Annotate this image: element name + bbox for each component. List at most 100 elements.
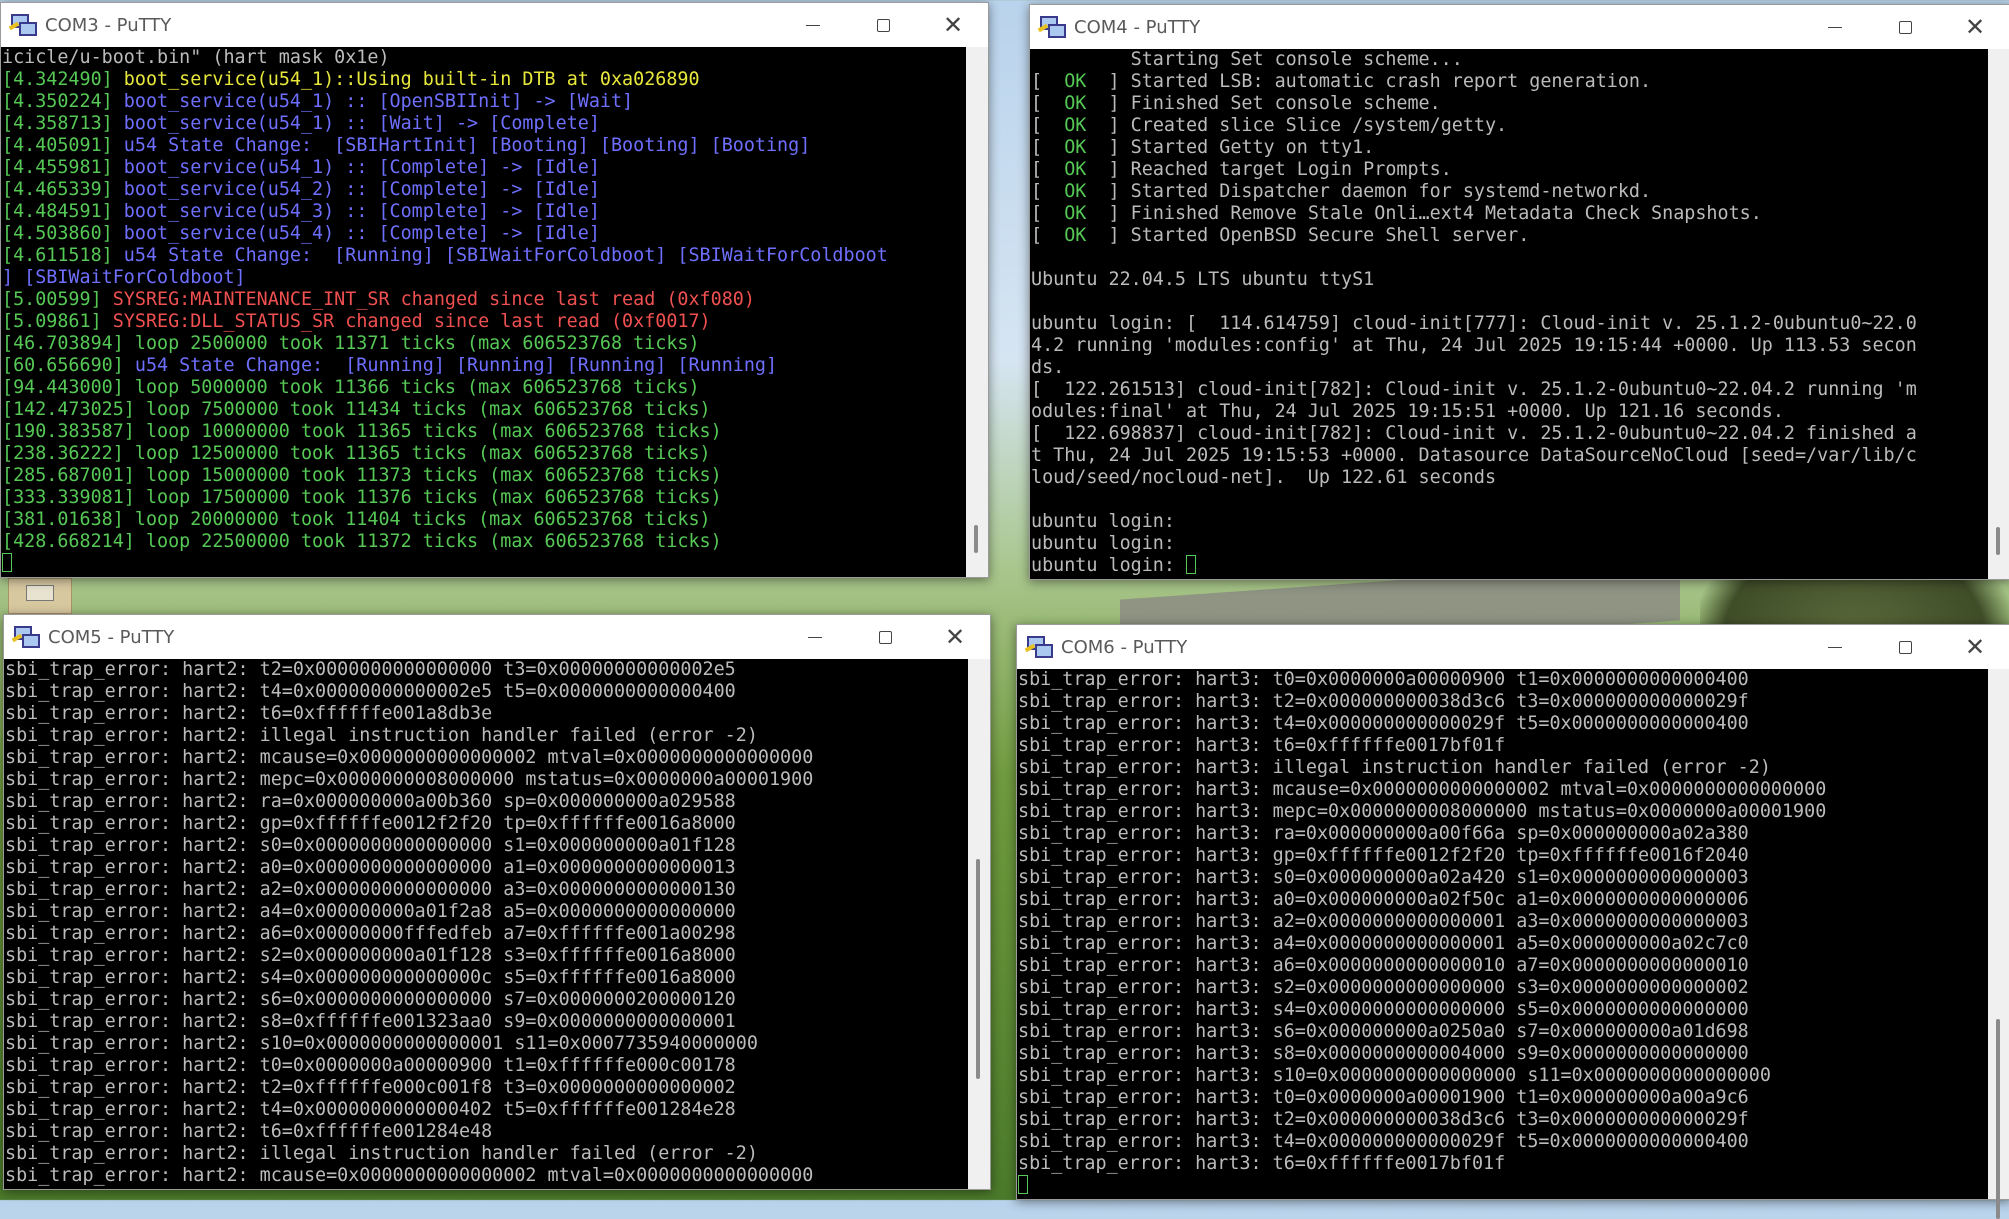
- maximize-button[interactable]: [850, 615, 920, 659]
- terminal-line: sbi_trap_error: hart2: mcause=0x00000000…: [5, 747, 968, 769]
- log-message: loop 7500000 took 11434 ticks (max 60652…: [134, 399, 711, 420]
- scrollbar[interactable]: [1988, 49, 2009, 579]
- terminal-cursor: [1186, 555, 1197, 574]
- terminal-line: sbi_trap_error: hart2: illegal instructi…: [5, 1143, 968, 1165]
- terminal-line: [ OK ] Reached target Login Prompts.: [1031, 159, 1988, 181]
- log-message: t Thu, 24 Jul 2025 19:15:53 +0000. Datas…: [1031, 445, 1917, 466]
- log-message: sbi_trap_error: hart3: s10=0x00000000000…: [1018, 1065, 1771, 1086]
- log-message: sbi_trap_error: hart3: t6=0xffffffe0017b…: [1018, 735, 1506, 756]
- log-message: odules:final' at Thu, 24 Jul 2025 19:15:…: [1031, 401, 1784, 422]
- terminal-output[interactable]: icicle/u-boot.bin" (hart mask 0x1e) [4.34…: [1, 47, 966, 577]
- close-button[interactable]: ✕: [1940, 5, 2009, 49]
- terminal-output[interactable]: Starting Set console scheme...[ OK ] Sta…: [1030, 49, 1988, 579]
- terminal-line: [285.687001] loop 15000000 took 11373 ti…: [2, 465, 966, 487]
- terminal-line: [4.611518] u54 State Change: [Running] […: [2, 245, 966, 267]
- scrollbar[interactable]: [966, 47, 988, 577]
- close-button[interactable]: ✕: [920, 615, 990, 659]
- minimize-button[interactable]: [778, 3, 848, 47]
- window-title: COM6 - PuTTY: [1061, 636, 1188, 658]
- window-titlebar[interactable]: COM3 - PuTTY ✕: [1, 3, 988, 47]
- terminal-line: [333.339081] loop 17500000 took 11376 ti…: [2, 487, 966, 509]
- status-bracket-close: ]: [1086, 93, 1131, 114]
- maximize-button[interactable]: [1870, 5, 1940, 49]
- log-message: loop 12500000 took 11365 ticks (max 6065…: [123, 443, 711, 464]
- log-message: sbi_trap_error: hart3: a2=0x000000000000…: [1018, 911, 1749, 932]
- status-ok-label: OK: [1064, 159, 1087, 180]
- terminal-line: sbi_trap_error: hart3: s2=0x000000000000…: [1018, 977, 1988, 999]
- terminal-line: ubuntu login:: [1031, 533, 1988, 555]
- log-message: sbi_trap_error: hart2: t2=0xffffffe000c0…: [5, 1077, 736, 1098]
- log-timestamp: [381.01638]: [2, 509, 124, 530]
- log-message: u54 State Change: [Running] [Running] [R…: [123, 355, 778, 376]
- terminal-line: [ OK ] Started LSB: automatic crash repo…: [1031, 71, 1988, 93]
- putty-window-com5[interactable]: COM5 - PuTTY ✕ sbi_trap_error: hart2: t2…: [3, 614, 991, 1190]
- scrollbar[interactable]: [1988, 669, 2009, 1219]
- log-timestamp: [4.405091]: [2, 135, 113, 156]
- terminal-line: sbi_trap_error: hart2: t6=0xffffffe00128…: [5, 1121, 968, 1143]
- log-message: sbi_trap_error: hart3: mepc=0x0000000008…: [1018, 801, 1827, 822]
- terminal-line: sbi_trap_error: hart2: t2=0x000000000000…: [5, 659, 968, 681]
- log-message: sbi_trap_error: hart3: mcause=0x00000000…: [1018, 779, 1827, 800]
- terminal-line: sbi_trap_error: hart2: s4=0x000000000000…: [5, 967, 968, 989]
- status-bracket-close: ]: [1086, 181, 1131, 202]
- log-message: sbi_trap_error: hart2: s0=0x000000000000…: [5, 835, 736, 856]
- terminal-output[interactable]: sbi_trap_error: hart2: t2=0x000000000000…: [4, 659, 968, 1189]
- window-titlebar[interactable]: COM6 - PuTTY ✕: [1017, 625, 2009, 669]
- terminal-line: sbi_trap_error: hart3: t0=0x0000000a0000…: [1018, 669, 1988, 691]
- status-bracket-close: ]: [1086, 137, 1131, 158]
- terminal-line: sbi_trap_error: hart2: t6=0xffffffe001a8…: [5, 703, 968, 725]
- log-message: boot_service(u54_1) :: [Wait] -> [Comple…: [112, 113, 600, 134]
- log-message: sbi_trap_error: hart2: mepc=0x0000000008…: [5, 769, 814, 790]
- status-bracket-open: [: [1031, 181, 1065, 202]
- window-titlebar[interactable]: COM4 - PuTTY ✕: [1030, 5, 2009, 49]
- log-message: ubuntu login:: [1031, 555, 1187, 576]
- terminal-line: sbi_trap_error: hart3: t4=0x000000000000…: [1018, 713, 1988, 735]
- close-button[interactable]: ✕: [918, 3, 988, 47]
- desktop-shortcut-icon[interactable]: [8, 578, 72, 614]
- terminal-line: [ OK ] Started Dispatcher daemon for sys…: [1031, 181, 1988, 203]
- terminal-line: [ OK ] Created slice Slice /system/getty…: [1031, 115, 1988, 137]
- window-titlebar[interactable]: COM5 - PuTTY ✕: [4, 615, 990, 659]
- status-bracket-open: [: [1031, 137, 1065, 158]
- minimize-button[interactable]: [1800, 625, 1870, 669]
- terminal-line: sbi_trap_error: hart2: t4=0x000000000000…: [5, 1099, 968, 1121]
- log-message: sbi_trap_error: hart3: a4=0x000000000000…: [1018, 933, 1749, 954]
- terminal-line: sbi_trap_error: hart2: s10=0x00000000000…: [5, 1033, 968, 1055]
- scrollbar-thumb[interactable]: [1996, 527, 2000, 555]
- putty-window-com3[interactable]: COM3 - PuTTY ✕ icicle/u-boot.bin" (hart …: [0, 2, 989, 578]
- log-message: u54 State Change: [Running] [SBIWaitForC…: [112, 245, 888, 266]
- scrollbar-thumb[interactable]: [974, 525, 978, 553]
- status-ok-label: OK: [1064, 93, 1087, 114]
- log-message: sbi_trap_error: hart2: t4=0x000000000000…: [5, 681, 736, 702]
- status-ok-label: OK: [1064, 225, 1087, 246]
- log-message: loop 15000000 took 11373 ticks (max 6065…: [134, 465, 722, 486]
- terminal-line: sbi_trap_error: hart2: t4=0x000000000000…: [5, 681, 968, 703]
- scrollbar-thumb[interactable]: [976, 859, 980, 1079]
- scrollbar-thumb[interactable]: [1996, 1019, 2000, 1219]
- window-title: COM3 - PuTTY: [45, 14, 172, 36]
- log-message: SYSREG:DLL_STATUS_SR changed since last …: [101, 311, 711, 332]
- log-message: 4.2 running 'modules:config' at Thu, 24 …: [1031, 335, 1917, 356]
- putty-window-com4[interactable]: COM4 - PuTTY ✕ Starting Set console sche…: [1029, 4, 2009, 580]
- terminal-cursor: [2, 553, 12, 572]
- log-message: sbi_trap_error: hart3: gp=0xffffffe0012f…: [1018, 845, 1749, 866]
- terminal-line: loud/seed/nocloud-net]. Up 122.61 second…: [1031, 467, 1988, 489]
- terminal-line: sbi_trap_error: hart3: t6=0xffffffe0017b…: [1018, 735, 1988, 757]
- minimize-button[interactable]: [780, 615, 850, 659]
- terminal-output[interactable]: sbi_trap_error: hart3: t0=0x0000000a0000…: [1017, 669, 1988, 1199]
- maximize-button[interactable]: [848, 3, 918, 47]
- log-message: sbi_trap_error: hart2: gp=0xffffffe0012f…: [5, 813, 736, 834]
- putty-window-com6[interactable]: COM6 - PuTTY ✕ sbi_trap_error: hart3: t0…: [1016, 624, 2009, 1219]
- scrollbar[interactable]: [968, 659, 990, 1189]
- putty-icon: [1024, 636, 1053, 658]
- close-button[interactable]: ✕: [1940, 625, 2009, 669]
- terminal-line: sbi_trap_error: hart3: mepc=0x0000000008…: [1018, 801, 1988, 823]
- minimize-button[interactable]: [1800, 5, 1870, 49]
- log-message: sbi_trap_error: hart2: s6=0x000000000000…: [5, 989, 736, 1010]
- log-message: [ 122.698837] cloud-init[782]: Cloud-ini…: [1031, 423, 1917, 444]
- log-timestamp: [60.656690]: [2, 355, 124, 376]
- log-message: loop 5000000 took 11366 ticks (max 60652…: [123, 377, 700, 398]
- maximize-button[interactable]: [1870, 625, 1940, 669]
- status-bracket-close: ]: [1086, 225, 1131, 246]
